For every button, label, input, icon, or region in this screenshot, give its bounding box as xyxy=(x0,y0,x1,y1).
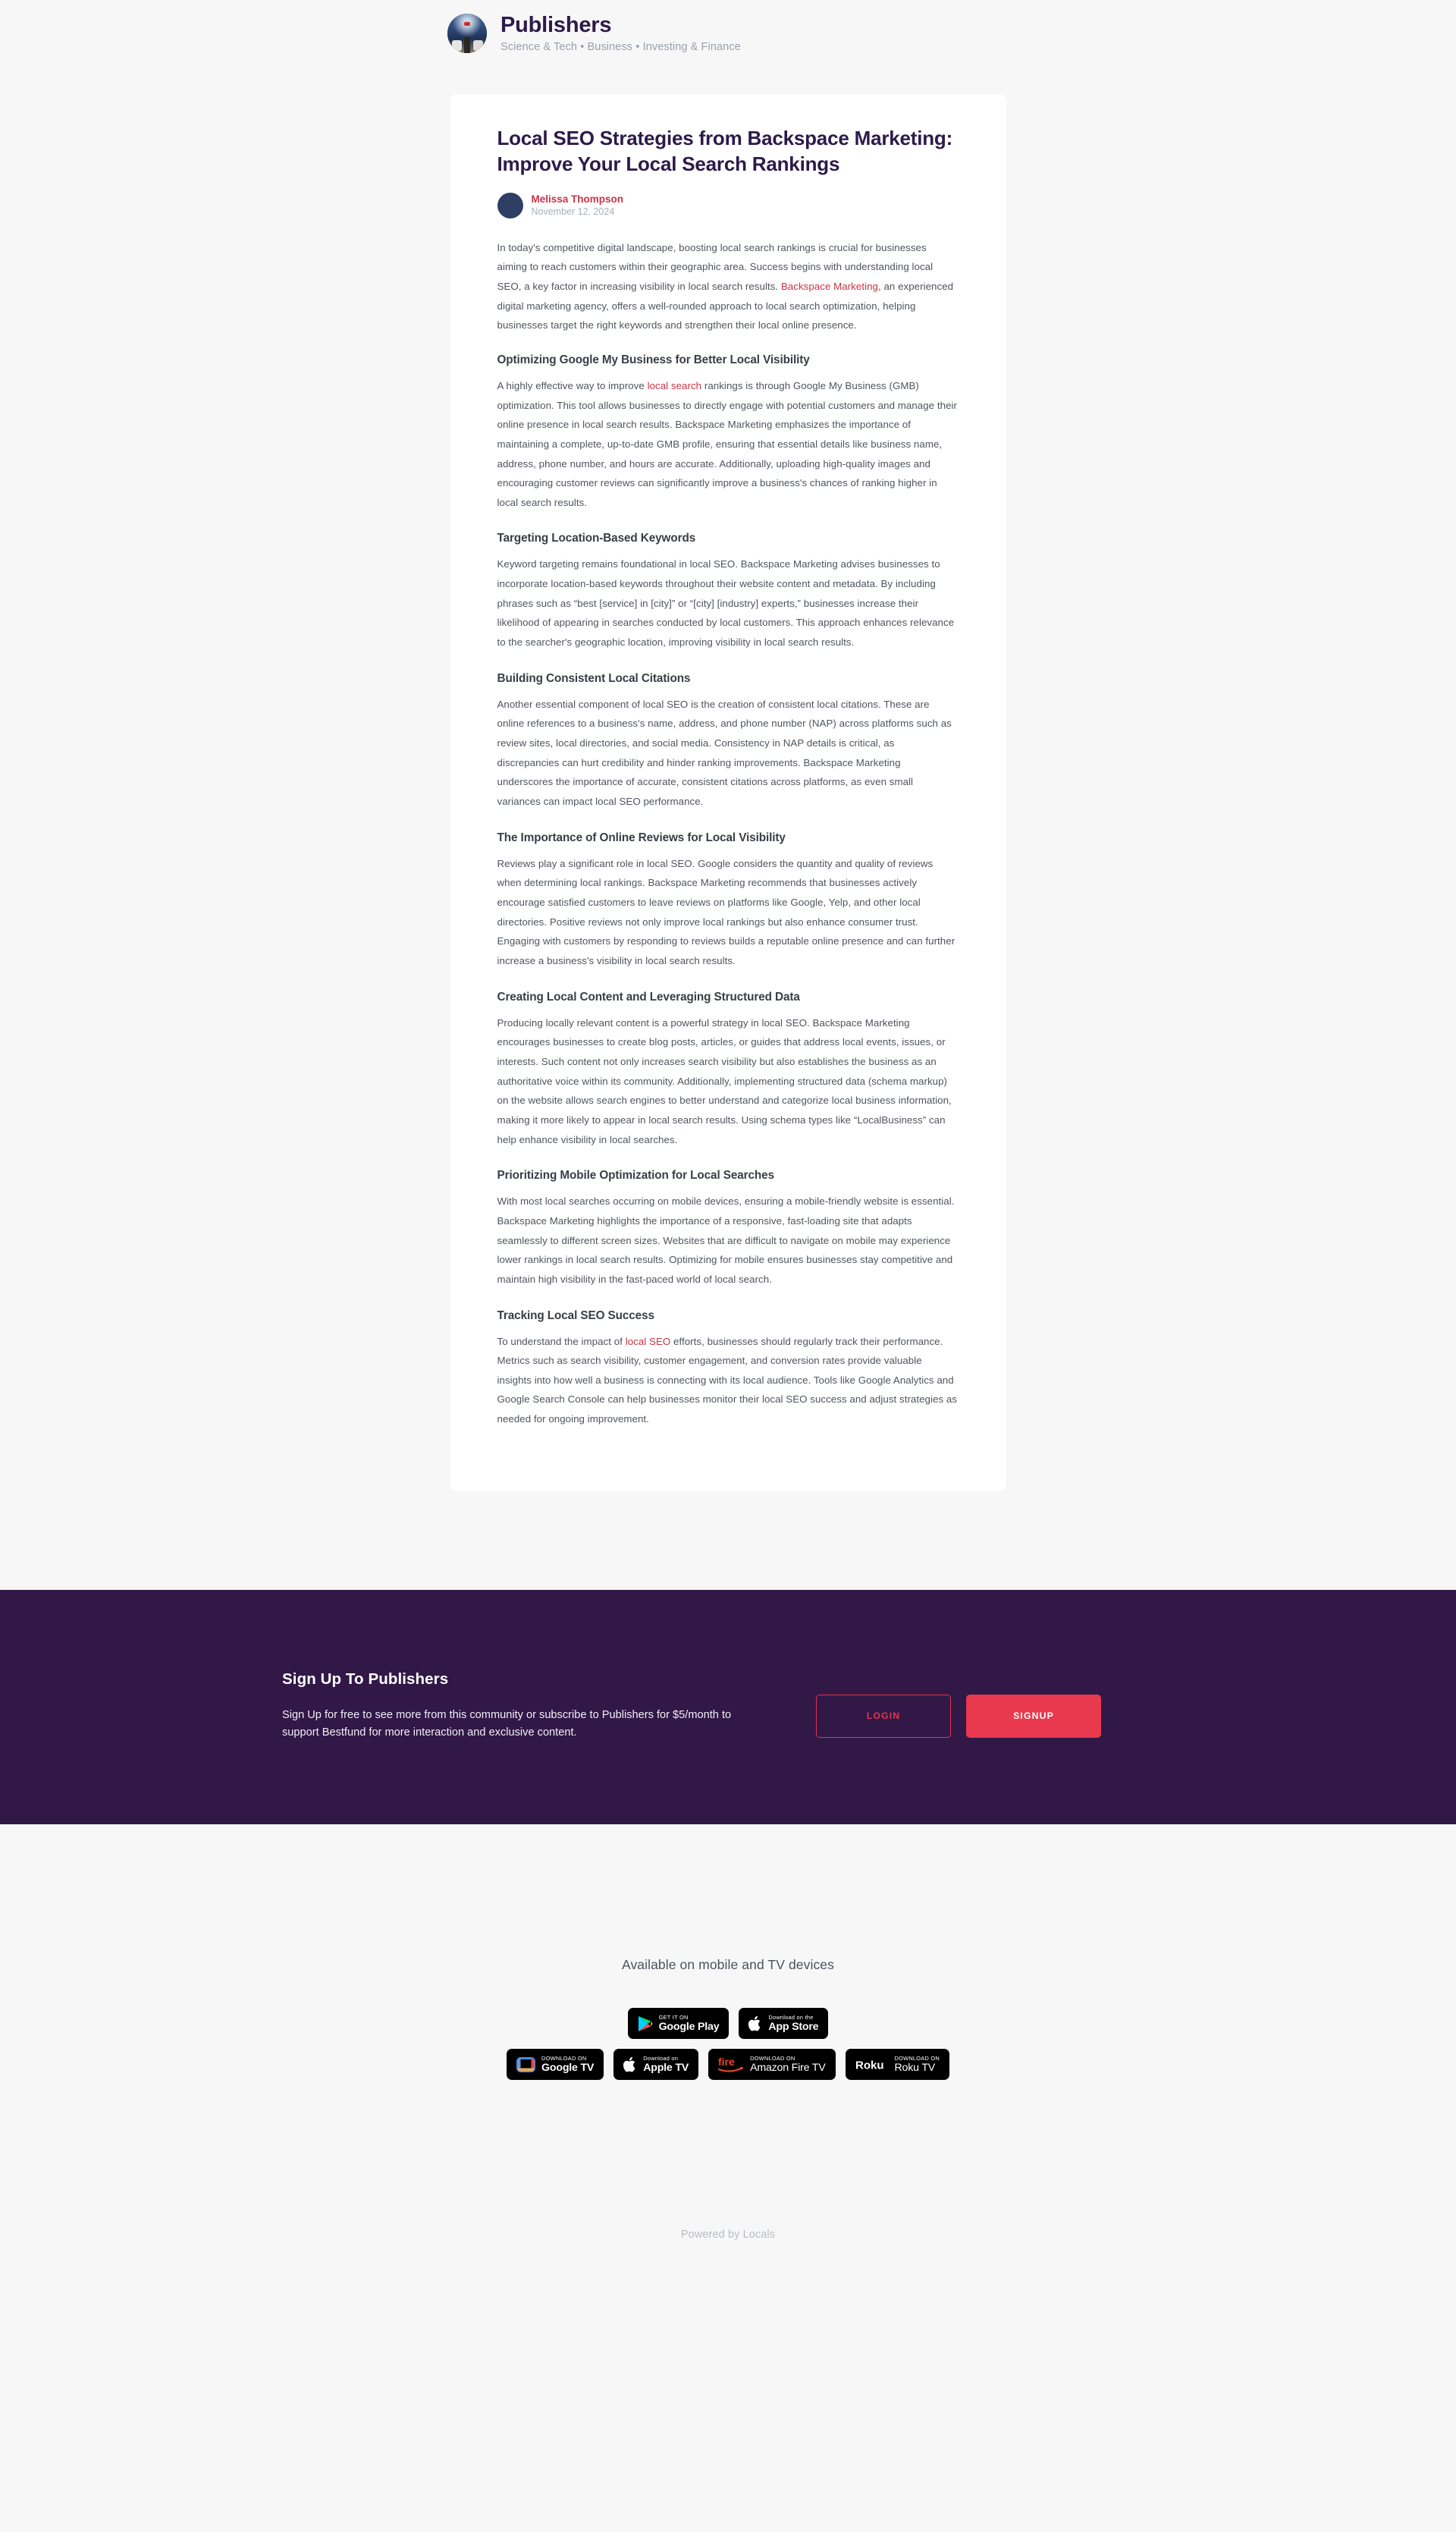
brand-tags: Science & Tech • Business • Investing & … xyxy=(500,40,741,53)
google-tv-badge[interactable]: DOWNLOAD ON Google TV xyxy=(507,2049,604,2081)
local-search-link[interactable]: local search xyxy=(648,380,702,391)
google-play-icon xyxy=(638,2015,653,2031)
badge-small-label: DOWNLOAD ON xyxy=(750,2054,795,2062)
roku-tv-badge[interactable]: Roku DOWNLOAD ON Roku TV xyxy=(845,2049,949,2081)
badge-big-label: Roku TV xyxy=(894,2062,936,2075)
avatar-shape-center xyxy=(463,36,471,53)
devices-section: Available on mobile and TV devices GET I… xyxy=(0,1824,1456,2299)
section-text-part1: Keyword targeting remains foundational i… xyxy=(497,558,955,649)
google-play-badge[interactable]: GET IT ON Google Play xyxy=(627,2008,730,2040)
badge-small-label: GET IT ON xyxy=(658,2013,689,2021)
badge-small-label: Download on the xyxy=(768,2013,814,2021)
signup-heading: Sign Up To Publishers xyxy=(282,1670,449,1688)
site-header: Publishers Science & Tech • Business • I… xyxy=(0,0,1456,53)
header-inner: Publishers Science & Tech • Business • I… xyxy=(447,14,1009,53)
badge-big-label: Amazon Fire TV xyxy=(750,2062,826,2075)
section-heading: Optimizing Google My Business for Better… xyxy=(497,353,810,366)
brand-text: Publishers Science & Tech • Business • I… xyxy=(500,14,741,53)
google-play-text: GET IT ON Google Play xyxy=(658,2013,720,2034)
article-sections: Optimizing Google My Business for Better… xyxy=(497,353,959,1429)
signup-inner: Sign Up To Publishers Sign Up for free t… xyxy=(282,1669,1174,1742)
signup-band: Sign Up To Publishers Sign Up for free t… xyxy=(0,1589,1456,1825)
article-zone: Local SEO Strategies from Backspace Mark… xyxy=(0,94,1456,1590)
apple-icon xyxy=(623,2056,635,2072)
signup-description: Sign Up for free to see more from this c… xyxy=(282,1708,732,1739)
badge-row-tv: DOWNLOAD ON Google TV Download on Apple … xyxy=(0,2049,1456,2081)
avatar-shape-right xyxy=(473,40,483,51)
amazon-fire-tv-badge[interactable]: fire DOWNLOAD ON Amazon Fire TV xyxy=(708,2049,836,2081)
article-card: Local SEO Strategies from Backspace Mark… xyxy=(450,94,1006,1491)
apple-icon xyxy=(748,2015,761,2031)
login-button[interactable]: LOGIN xyxy=(816,1694,951,1738)
section-heading: The Importance of Online Reviews for Loc… xyxy=(497,831,786,844)
section-text-part1: Another essential component of local SEO… xyxy=(497,698,952,808)
badge-big-label: App Store xyxy=(768,2021,819,2034)
brand-title[interactable]: Publishers xyxy=(500,14,741,37)
roku-icon: Roku xyxy=(855,2059,884,2072)
byline-meta: Melissa Thompson November 12, 2024 xyxy=(532,193,624,217)
roku-tv-text: DOWNLOAD ON Roku TV xyxy=(894,2054,940,2075)
signup-copy-block: Sign Up To Publishers Sign Up for free t… xyxy=(282,1669,767,1742)
backspace-marketing-link[interactable]: Backspace Marketing xyxy=(781,281,878,292)
section-paragraph: To understand the impact of local SEO ef… xyxy=(497,1332,959,1429)
badge-small-label: Download on xyxy=(643,2054,679,2062)
section-paragraph: Keyword targeting remains foundational i… xyxy=(497,554,959,652)
section-heading: Targeting Location-Based Keywords xyxy=(497,532,696,545)
section-heading: Building Consistent Local Citations xyxy=(497,671,691,685)
apple-tv-badge[interactable]: Download on Apple TV xyxy=(613,2049,699,2081)
section-text-part2: efforts, businesses should regularly tra… xyxy=(497,1335,958,1425)
apple-tv-text: Download on Apple TV xyxy=(643,2054,689,2075)
badge-small-label: DOWNLOAD ON xyxy=(894,2054,940,2062)
section-text-part1: With most local searches occurring on mo… xyxy=(497,1195,955,1285)
section-paragraph: With most local searches occurring on mo… xyxy=(497,1192,959,1289)
badge-row-mobile: GET IT ON Google Play Download on the Ap… xyxy=(0,2008,1456,2040)
section-text-part1: Reviews play a significant role in local… xyxy=(497,857,956,966)
section-paragraph: A highly effective way to improve local … xyxy=(497,376,959,513)
section-text-part1: To understand the impact of xyxy=(497,1335,626,1347)
badge-big-label: Google Play xyxy=(658,2021,720,2034)
powered-by-locals: Powered by Locals xyxy=(680,2229,776,2241)
local-seo-link[interactable]: local SEO xyxy=(626,1336,671,1347)
svg-text:Roku: Roku xyxy=(855,2059,884,2072)
badge-big-label: Apple TV xyxy=(643,2062,689,2075)
avatar-red-accent xyxy=(464,22,470,27)
section-paragraph: Reviews play a significant role in local… xyxy=(497,854,959,971)
article-intro-paragraph: In today's competitive digital landscape… xyxy=(497,238,959,335)
badge-big-label: Google TV xyxy=(541,2062,595,2075)
article-byline: Melissa Thompson November 12, 2024 xyxy=(497,192,959,218)
devices-title: Available on mobile and TV devices xyxy=(621,1957,834,1973)
svg-text:fire: fire xyxy=(718,2056,735,2068)
section-text-part1: A highly effective way to improve xyxy=(497,379,648,391)
app-store-badge[interactable]: Download on the App Store xyxy=(739,2008,829,2040)
fire-tv-text: DOWNLOAD ON Amazon Fire TV xyxy=(750,2054,826,2075)
publish-date: November 12, 2024 xyxy=(531,206,615,218)
badge-small-label: DOWNLOAD ON xyxy=(541,2054,587,2062)
signup-button[interactable]: SIGNUP xyxy=(966,1694,1101,1738)
section-text-part1: Producing locally relevant content is a … xyxy=(497,1016,952,1145)
section-heading: Prioritizing Mobile Optimization for Loc… xyxy=(497,1169,775,1183)
section-text-part2: rankings is through Google My Business (… xyxy=(497,379,957,508)
signup-actions: LOGIN SIGNUP xyxy=(816,1669,1174,1738)
publishers-avatar[interactable] xyxy=(447,14,487,53)
avatar-shape-left xyxy=(452,40,462,51)
section-heading: Tracking Local SEO Success xyxy=(497,1308,655,1322)
author-avatar[interactable] xyxy=(497,192,523,218)
article-title: Local SEO Strategies from Backspace Mark… xyxy=(497,127,953,175)
section-paragraph: Another essential component of local SEO… xyxy=(497,695,959,812)
google-tv-icon xyxy=(516,2056,536,2072)
fire-tv-icon: fire xyxy=(718,2056,744,2072)
author-name[interactable]: Melissa Thompson xyxy=(532,193,624,205)
section-paragraph: Producing locally relevant content is a … xyxy=(497,1013,959,1150)
section-heading: Creating Local Content and Leveraging St… xyxy=(497,990,800,1004)
app-store-text: Download on the App Store xyxy=(768,2013,819,2034)
google-tv-text: DOWNLOAD ON Google TV xyxy=(541,2054,595,2075)
